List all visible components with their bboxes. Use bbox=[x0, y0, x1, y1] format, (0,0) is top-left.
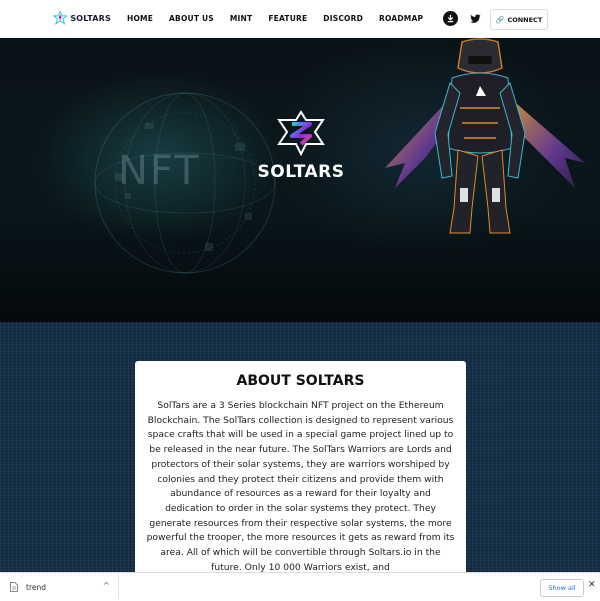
link-icon: 🔗 bbox=[495, 15, 505, 24]
hero-title: SOLTARS bbox=[257, 162, 345, 182]
divider bbox=[118, 575, 119, 599]
download-file-name: trend bbox=[26, 582, 46, 592]
download-item[interactable]: trend bbox=[10, 582, 46, 592]
about-body: SolTars are a 3 Series blockchain NFT pr… bbox=[146, 400, 455, 573]
nav-feature[interactable]: FEATURE bbox=[268, 14, 307, 23]
warrior-figure-image bbox=[385, 38, 585, 234]
connect-button[interactable]: 🔗 CONNECT bbox=[490, 9, 548, 30]
download-bar: trend ^ Show all ✕ bbox=[0, 572, 600, 601]
star-logo-icon bbox=[53, 10, 68, 25]
nft-background-text: NFT bbox=[118, 148, 201, 194]
close-icon[interactable]: ✕ bbox=[588, 580, 596, 590]
soltars-emblem-icon bbox=[277, 110, 325, 156]
show-all-button[interactable]: Show all bbox=[540, 579, 584, 597]
nav-about-us[interactable]: ABOUT US bbox=[169, 14, 214, 23]
connect-label: CONNECT bbox=[507, 15, 543, 24]
about-card: ABOUT SOLTARS SolTars are a 3 Series blo… bbox=[135, 361, 466, 601]
main-menu: HOME ABOUT US MINT FEATURE DISCORD ROADM… bbox=[127, 14, 439, 23]
nav-mint[interactable]: MINT bbox=[230, 14, 252, 23]
nav-home[interactable]: HOME bbox=[127, 14, 153, 23]
chevron-up-icon[interactable]: ^ bbox=[103, 581, 110, 590]
download-icon[interactable] bbox=[443, 11, 458, 26]
top-navbar: SOLTARS HOME ABOUT US MINT FEATURE DISCO… bbox=[0, 0, 600, 38]
nav-icon-group bbox=[443, 11, 483, 26]
brand-name: SOLTARS bbox=[70, 13, 111, 23]
twitter-icon[interactable] bbox=[468, 11, 483, 26]
file-icon bbox=[10, 582, 18, 592]
nav-discord[interactable]: DISCORD bbox=[323, 14, 363, 23]
about-title: ABOUT SOLTARS bbox=[236, 373, 365, 389]
hero-banner: NFT SOLTARS bbox=[0, 38, 600, 322]
brand-logo[interactable]: SOLTARS bbox=[53, 9, 111, 27]
nav-roadmap[interactable]: ROADMAP bbox=[379, 14, 423, 23]
